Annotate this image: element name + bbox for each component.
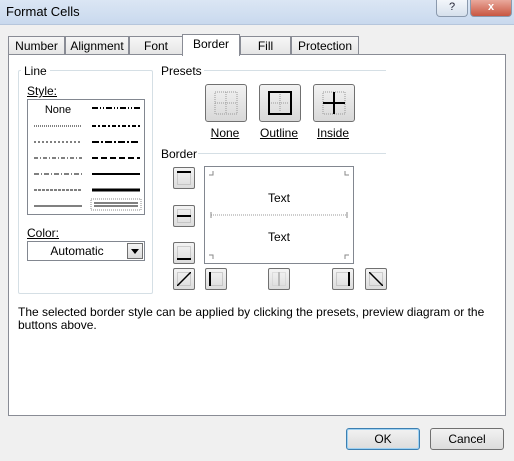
- border-inside-vertical-icon: [272, 272, 286, 286]
- border-bottom-button[interactable]: [173, 242, 195, 264]
- preset-outline-label-text: Outline: [259, 126, 299, 140]
- tab-border[interactable]: Border: [182, 34, 240, 56]
- preview-text-top: Text: [267, 191, 290, 205]
- ok-button[interactable]: OK: [346, 428, 420, 450]
- line-style-swatches[interactable]: [28, 100, 144, 214]
- diagonal-down-icon: [369, 272, 383, 286]
- preset-none-icon: [214, 91, 238, 115]
- line-group-label: Line: [21, 64, 50, 78]
- preset-inside-label: Inside: [303, 126, 363, 140]
- help-button[interactable]: ?: [436, 0, 468, 17]
- diagonal-up-icon: [177, 272, 191, 286]
- color-value: Automatic: [50, 244, 104, 258]
- color-select[interactable]: Automatic: [27, 241, 145, 261]
- border-bottom-icon: [177, 246, 191, 260]
- border-left-button[interactable]: [205, 268, 227, 290]
- preset-outline-button[interactable]: [259, 84, 301, 122]
- info-text: The selected border style can be applied…: [18, 305, 485, 332]
- border-inside-vertical-button[interactable]: [268, 268, 290, 290]
- color-label-text: Color:: [27, 226, 60, 240]
- cancel-button[interactable]: Cancel: [430, 428, 504, 450]
- border-left-icon: [209, 272, 223, 286]
- color-label: Color:: [27, 226, 59, 240]
- preview-text-bottom: Text: [267, 230, 290, 244]
- title-bar: Format Cells ? x: [0, 0, 514, 25]
- preset-outline-icon: [268, 91, 292, 115]
- border-top-button[interactable]: [173, 167, 195, 189]
- tab-alignment[interactable]: Alignment: [65, 36, 129, 55]
- chevron-down-icon[interactable]: [127, 243, 143, 259]
- border-diagonal-down-button[interactable]: [365, 268, 387, 290]
- border-diagonal-up-button[interactable]: [173, 268, 195, 290]
- border-divider: [198, 153, 386, 154]
- border-label: Border: [161, 147, 198, 161]
- style-label-text: Style:: [27, 84, 58, 98]
- preset-none-button[interactable]: [205, 84, 247, 122]
- preset-inside-button[interactable]: [313, 84, 355, 122]
- line-style-list[interactable]: None: [27, 99, 145, 215]
- preset-none-label: None: [195, 126, 255, 140]
- close-button[interactable]: x: [470, 0, 512, 17]
- border-inside-horizontal-icon: [177, 209, 191, 223]
- presets-label: Presets: [161, 64, 202, 78]
- window-title: Format Cells: [6, 4, 80, 19]
- preset-outline-label: Outline: [249, 126, 309, 140]
- preset-none-label-text: None: [210, 126, 240, 140]
- border-right-button[interactable]: [332, 268, 354, 290]
- preview-guides: [209, 171, 349, 259]
- border-right-icon: [336, 272, 350, 286]
- border-top-icon: [177, 171, 191, 185]
- preset-inside-label-text: Inside: [316, 126, 350, 140]
- border-inside-horizontal-button[interactable]: [173, 205, 195, 227]
- preset-inside-icon: [322, 91, 346, 115]
- style-label: Style:: [27, 84, 57, 98]
- tab-number[interactable]: Number: [8, 36, 65, 55]
- presets-divider: [204, 70, 386, 71]
- tab-fill[interactable]: Fill: [240, 36, 291, 55]
- border-preview[interactable]: Text Text: [204, 166, 354, 264]
- tab-font[interactable]: Font: [129, 36, 183, 55]
- tab-protection[interactable]: Protection: [291, 36, 359, 55]
